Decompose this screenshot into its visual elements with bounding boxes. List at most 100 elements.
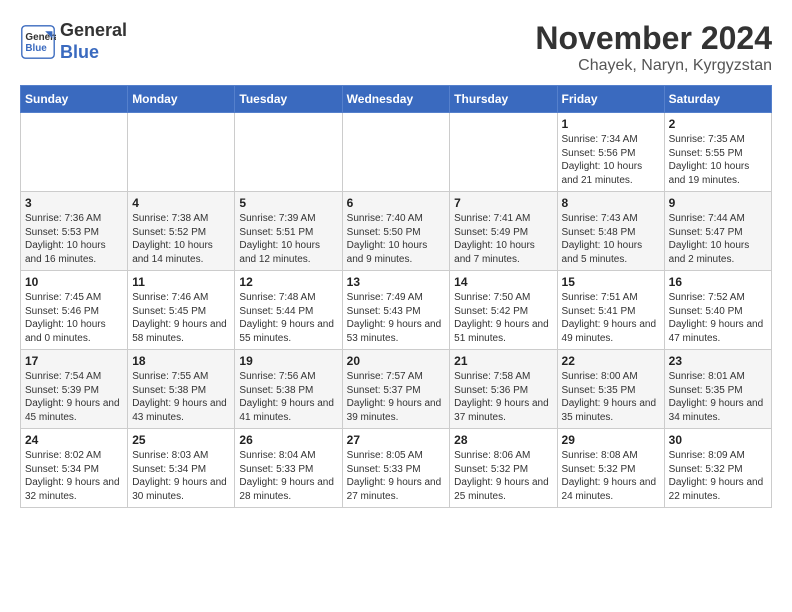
day-info: Sunrise: 8:04 AM Sunset: 5:33 PM Dayligh…	[239, 449, 337, 503]
day-number: 28	[454, 433, 552, 447]
logo: General Blue General Blue	[20, 20, 127, 63]
day-info: Sunrise: 7:55 AM Sunset: 5:38 PM Dayligh…	[132, 370, 230, 424]
day-info: Sunrise: 8:02 AM Sunset: 5:34 PM Dayligh…	[25, 449, 123, 503]
day-number: 30	[669, 433, 767, 447]
calendar-cell: 23 Sunrise: 8:01 AM Sunset: 5:35 PM Dayli…	[664, 350, 771, 429]
calendar-cell	[21, 113, 128, 192]
day-number: 16	[669, 275, 767, 289]
day-info: Sunrise: 7:41 AM Sunset: 5:49 PM Dayligh…	[454, 212, 552, 266]
day-info: Sunrise: 8:01 AM Sunset: 5:35 PM Dayligh…	[669, 370, 767, 424]
svg-text:Blue: Blue	[25, 43, 47, 54]
calendar-cell: 19 Sunrise: 7:56 AM Sunset: 5:38 PM Dayli…	[235, 350, 342, 429]
calendar-cell	[235, 113, 342, 192]
day-info: Sunrise: 7:43 AM Sunset: 5:48 PM Dayligh…	[562, 212, 660, 266]
day-info: Sunrise: 7:57 AM Sunset: 5:37 PM Dayligh…	[347, 370, 446, 424]
calendar-cell: 5 Sunrise: 7:39 AM Sunset: 5:51 PM Daylig…	[235, 192, 342, 271]
day-number: 11	[132, 275, 230, 289]
day-info: Sunrise: 8:06 AM Sunset: 5:32 PM Dayligh…	[454, 449, 552, 503]
calendar-cell: 13 Sunrise: 7:49 AM Sunset: 5:43 PM Dayli…	[342, 271, 450, 350]
day-number: 7	[454, 196, 552, 210]
calendar-cell: 30 Sunrise: 8:09 AM Sunset: 5:32 PM Dayli…	[664, 429, 771, 508]
calendar-cell: 26 Sunrise: 8:04 AM Sunset: 5:33 PM Dayli…	[235, 429, 342, 508]
day-info: Sunrise: 7:50 AM Sunset: 5:42 PM Dayligh…	[454, 291, 552, 345]
location-title: Chayek, Naryn, Kyrgyzstan	[535, 57, 772, 75]
calendar-cell: 25Sunrise: 8:03 AM Sunset: 5:34 PM Dayli…	[128, 429, 235, 508]
day-number: 20	[347, 354, 446, 368]
calendar-cell: 27Sunrise: 8:05 AM Sunset: 5:33 PM Dayli…	[342, 429, 450, 508]
day-number: 4	[132, 196, 230, 210]
day-number: 23	[669, 354, 767, 368]
day-number: 13	[347, 275, 446, 289]
weekday-header-friday: Friday	[557, 86, 664, 113]
weekday-header-thursday: Thursday	[450, 86, 557, 113]
day-info: Sunrise: 8:05 AM Sunset: 5:33 PM Dayligh…	[347, 449, 446, 503]
calendar-week-4: 17Sunrise: 7:54 AM Sunset: 5:39 PM Dayli…	[21, 350, 772, 429]
day-info: Sunrise: 7:49 AM Sunset: 5:43 PM Dayligh…	[347, 291, 446, 345]
calendar-table: SundayMondayTuesdayWednesdayThursdayFrid…	[20, 85, 772, 508]
title-area: November 2024 Chayek, Naryn, Kyrgyzstan	[535, 20, 772, 75]
day-info: Sunrise: 7:54 AM Sunset: 5:39 PM Dayligh…	[25, 370, 123, 424]
calendar-cell	[342, 113, 450, 192]
calendar-cell: 16 Sunrise: 7:52 AM Sunset: 5:40 PM Dayli…	[664, 271, 771, 350]
day-number: 26	[239, 433, 337, 447]
logo-icon: General Blue	[20, 24, 56, 60]
day-number: 22	[562, 354, 660, 368]
weekday-header-sunday: Sunday	[21, 86, 128, 113]
weekday-header-saturday: Saturday	[664, 86, 771, 113]
day-number: 8	[562, 196, 660, 210]
day-info: Sunrise: 7:39 AM Sunset: 5:51 PM Dayligh…	[239, 212, 337, 266]
day-info: Sunrise: 7:56 AM Sunset: 5:38 PM Dayligh…	[239, 370, 337, 424]
day-number: 1	[562, 117, 660, 131]
weekday-header-tuesday: Tuesday	[235, 86, 342, 113]
day-number: 21	[454, 354, 552, 368]
calendar-cell: 12Sunrise: 7:48 AM Sunset: 5:44 PM Dayli…	[235, 271, 342, 350]
logo-text: General Blue	[60, 20, 127, 63]
day-info: Sunrise: 7:34 AM Sunset: 5:56 PM Dayligh…	[562, 133, 660, 187]
day-info: Sunrise: 7:46 AM Sunset: 5:45 PM Dayligh…	[132, 291, 230, 345]
calendar-week-3: 10Sunrise: 7:45 AM Sunset: 5:46 PM Dayli…	[21, 271, 772, 350]
calendar-cell: 2 Sunrise: 7:35 AM Sunset: 5:55 PM Daylig…	[664, 113, 771, 192]
calendar-cell: 15 Sunrise: 7:51 AM Sunset: 5:41 PM Dayli…	[557, 271, 664, 350]
calendar-body: 1 Sunrise: 7:34 AM Sunset: 5:56 PM Daylig…	[21, 113, 772, 508]
day-number: 14	[454, 275, 552, 289]
header: General Blue General Blue November 2024 …	[20, 20, 772, 75]
calendar-cell: 22 Sunrise: 8:00 AM Sunset: 5:35 PM Dayli…	[557, 350, 664, 429]
day-number: 6	[347, 196, 446, 210]
calendar-cell: 17Sunrise: 7:54 AM Sunset: 5:39 PM Dayli…	[21, 350, 128, 429]
day-number: 5	[239, 196, 337, 210]
calendar-cell: 6 Sunrise: 7:40 AM Sunset: 5:50 PM Daylig…	[342, 192, 450, 271]
day-info: Sunrise: 8:08 AM Sunset: 5:32 PM Dayligh…	[562, 449, 660, 503]
weekday-header-wednesday: Wednesday	[342, 86, 450, 113]
day-info: Sunrise: 7:52 AM Sunset: 5:40 PM Dayligh…	[669, 291, 767, 345]
calendar-cell: 20 Sunrise: 7:57 AM Sunset: 5:37 PM Dayli…	[342, 350, 450, 429]
calendar-cell: 8 Sunrise: 7:43 AM Sunset: 5:48 PM Daylig…	[557, 192, 664, 271]
day-info: Sunrise: 7:35 AM Sunset: 5:55 PM Dayligh…	[669, 133, 767, 187]
day-number: 2	[669, 117, 767, 131]
calendar-cell: 3 Sunrise: 7:36 AM Sunset: 5:53 PM Daylig…	[21, 192, 128, 271]
day-number: 18	[132, 354, 230, 368]
day-info: Sunrise: 7:36 AM Sunset: 5:53 PM Dayligh…	[25, 212, 123, 266]
calendar-cell: 10Sunrise: 7:45 AM Sunset: 5:46 PM Dayli…	[21, 271, 128, 350]
calendar-cell: 18 Sunrise: 7:55 AM Sunset: 5:38 PM Dayli…	[128, 350, 235, 429]
day-info: Sunrise: 8:09 AM Sunset: 5:32 PM Dayligh…	[669, 449, 767, 503]
day-info: Sunrise: 7:51 AM Sunset: 5:41 PM Dayligh…	[562, 291, 660, 345]
calendar-cell: 29Sunrise: 8:08 AM Sunset: 5:32 PM Dayli…	[557, 429, 664, 508]
day-info: Sunrise: 7:58 AM Sunset: 5:36 PM Dayligh…	[454, 370, 552, 424]
calendar-cell: 28 Sunrise: 8:06 AM Sunset: 5:32 PM Dayli…	[450, 429, 557, 508]
weekday-header-monday: Monday	[128, 86, 235, 113]
day-number: 10	[25, 275, 123, 289]
day-number: 3	[25, 196, 123, 210]
day-info: Sunrise: 8:00 AM Sunset: 5:35 PM Dayligh…	[562, 370, 660, 424]
calendar-week-1: 1 Sunrise: 7:34 AM Sunset: 5:56 PM Daylig…	[21, 113, 772, 192]
day-info: Sunrise: 7:40 AM Sunset: 5:50 PM Dayligh…	[347, 212, 446, 266]
day-number: 19	[239, 354, 337, 368]
calendar-week-2: 3 Sunrise: 7:36 AM Sunset: 5:53 PM Daylig…	[21, 192, 772, 271]
calendar-cell	[128, 113, 235, 192]
calendar-cell: 11 Sunrise: 7:46 AM Sunset: 5:45 PM Dayli…	[128, 271, 235, 350]
day-number: 15	[562, 275, 660, 289]
day-number: 25	[132, 433, 230, 447]
day-info: Sunrise: 7:38 AM Sunset: 5:52 PM Dayligh…	[132, 212, 230, 266]
calendar-cell: 9Sunrise: 7:44 AM Sunset: 5:47 PM Daylig…	[664, 192, 771, 271]
calendar-cell: 1 Sunrise: 7:34 AM Sunset: 5:56 PM Daylig…	[557, 113, 664, 192]
day-info: Sunrise: 7:44 AM Sunset: 5:47 PM Dayligh…	[669, 212, 767, 266]
